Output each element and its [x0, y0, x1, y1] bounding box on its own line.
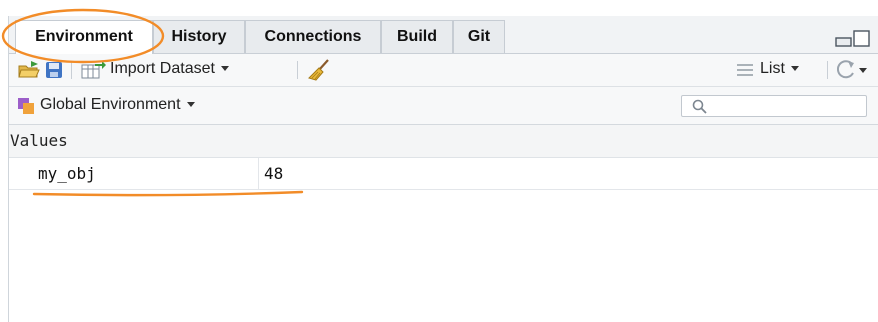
toolbar-divider — [297, 61, 298, 79]
tab-connections[interactable]: Connections — [245, 20, 381, 53]
chevron-down-icon — [859, 68, 867, 73]
minimize-icon[interactable] — [835, 37, 852, 47]
column-divider — [258, 158, 259, 189]
list-view-icon — [737, 64, 753, 76]
search-field[interactable] — [681, 95, 867, 117]
refresh-button[interactable] — [835, 59, 875, 81]
import-dataset-button[interactable]: Import Dataset — [110, 60, 229, 78]
view-mode-dropdown[interactable]: List — [760, 60, 799, 78]
view-mode-label: List — [760, 60, 785, 77]
save-icon[interactable] — [45, 61, 63, 79]
open-folder-icon[interactable] — [17, 60, 41, 80]
chevron-down-icon — [790, 66, 799, 72]
environment-scope-dropdown[interactable]: Global Environment — [40, 96, 195, 114]
window-controls — [835, 29, 871, 49]
values-section-title: Values — [10, 131, 68, 150]
broom-icon[interactable] — [307, 58, 331, 82]
import-dataset-label: Import Dataset — [110, 60, 215, 77]
variable-value: 48 — [264, 164, 284, 183]
table-row[interactable]: my_obj 48 — [9, 158, 878, 190]
chevron-down-icon — [186, 102, 195, 108]
values-section-header[interactable]: Values — [9, 125, 878, 158]
search-input[interactable] — [712, 98, 862, 114]
scope-bar: Global Environment — [9, 87, 878, 125]
tab-history[interactable]: History — [153, 20, 245, 53]
tab-environment[interactable]: Environment — [15, 20, 153, 54]
chevron-down-icon — [220, 66, 229, 72]
tab-git[interactable]: Git — [453, 20, 505, 53]
maximize-icon[interactable] — [853, 30, 870, 47]
environment-toolbar: Import Dataset List — [9, 54, 878, 87]
toolbar-divider — [827, 61, 828, 79]
environment-pane: Environment History Connections Build Gi… — [8, 16, 878, 322]
search-icon — [692, 99, 707, 114]
environment-scope-label: Global Environment — [40, 96, 181, 113]
tab-bar: Environment History Connections Build Gi… — [9, 16, 878, 54]
import-dataset-icon — [81, 61, 106, 79]
variable-name: my_obj — [38, 164, 96, 183]
refresh-icon — [836, 60, 854, 79]
tab-build[interactable]: Build — [381, 20, 453, 53]
environment-icon — [18, 98, 34, 114]
toolbar-divider — [71, 61, 72, 79]
